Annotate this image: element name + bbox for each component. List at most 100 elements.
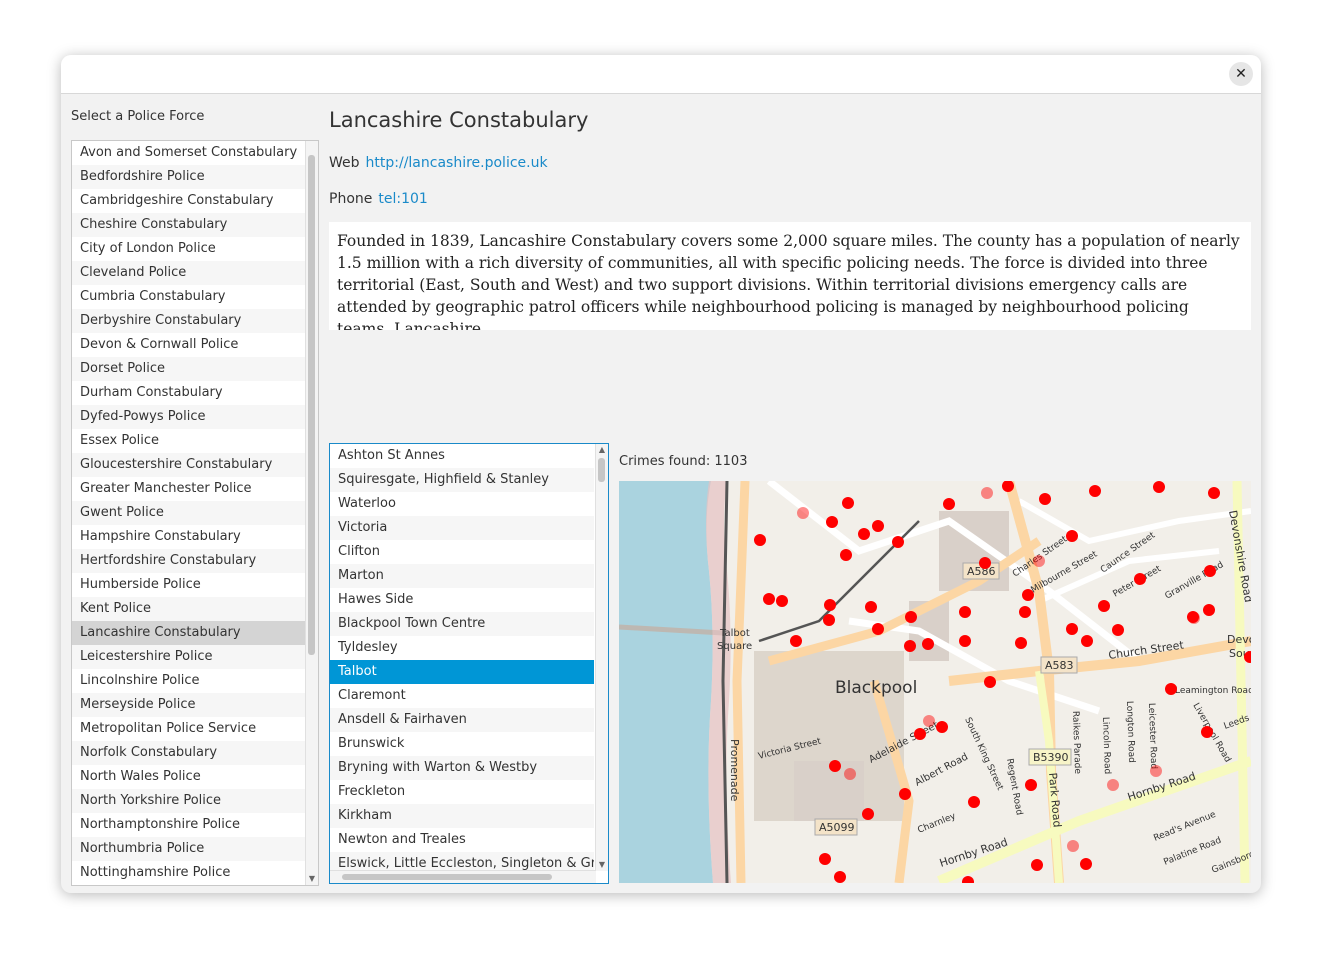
force-list-item[interactable]: Dyfed-Powys Police bbox=[72, 405, 318, 429]
crime-marker[interactable] bbox=[1067, 840, 1079, 852]
force-list-item[interactable]: North Wales Police bbox=[72, 765, 318, 789]
neighbourhood-list-item[interactable]: Squiresgate, Highfield & Stanley bbox=[330, 468, 594, 492]
force-list-item[interactable]: Durham Constabulary bbox=[72, 381, 318, 405]
crime-marker[interactable] bbox=[862, 808, 874, 820]
neighbourhood-list-item[interactable]: Kirkham bbox=[330, 804, 594, 828]
neighbourhood-list-item[interactable]: Freckleton bbox=[330, 780, 594, 804]
force-list-item[interactable]: Avon and Somerset Constabulary bbox=[72, 141, 318, 165]
force-list-item[interactable]: Lincolnshire Police bbox=[72, 669, 318, 693]
force-list-item[interactable]: Gwent Police bbox=[72, 501, 318, 525]
force-list-item[interactable]: Dorset Police bbox=[72, 357, 318, 381]
force-list-scrollbar[interactable]: ▼ bbox=[305, 141, 318, 885]
force-list-item[interactable]: Gloucestershire Constabulary bbox=[72, 453, 318, 477]
force-list-item[interactable]: Bedfordshire Police bbox=[72, 165, 318, 189]
crime-marker[interactable] bbox=[959, 635, 971, 647]
crime-marker[interactable] bbox=[776, 595, 788, 607]
crime-marker[interactable] bbox=[1107, 779, 1119, 791]
neighbourhood-scrollbar[interactable]: ▲ ▼ bbox=[595, 444, 608, 871]
crime-marker[interactable] bbox=[959, 606, 971, 618]
force-list-item[interactable]: Lancashire Constabulary bbox=[72, 621, 318, 645]
force-list-item[interactable]: Nottinghamshire Police bbox=[72, 861, 318, 885]
neighbourhood-hscrollbar[interactable] bbox=[330, 870, 596, 883]
crime-marker[interactable] bbox=[1033, 555, 1045, 567]
force-list-item[interactable]: Metropolitan Police Service bbox=[72, 717, 318, 741]
force-list-item[interactable]: Hertfordshire Constabulary bbox=[72, 549, 318, 573]
neighbourhood-list-item[interactable]: Newton and Treales bbox=[330, 828, 594, 852]
scroll-down-icon[interactable]: ▼ bbox=[596, 859, 608, 871]
crime-marker[interactable] bbox=[905, 611, 917, 623]
crime-marker[interactable] bbox=[1025, 779, 1037, 791]
neighbourhood-list-item[interactable]: Marton bbox=[330, 564, 594, 588]
neighbourhood-list-item[interactable]: Clifton bbox=[330, 540, 594, 564]
crime-marker[interactable] bbox=[923, 715, 935, 727]
neighbourhood-list-item[interactable]: Hawes Side bbox=[330, 588, 594, 612]
crime-marker[interactable] bbox=[763, 593, 775, 605]
force-list-item[interactable]: North Yorkshire Police bbox=[72, 789, 318, 813]
police-force-list[interactable]: Avon and Somerset Constabulary Bedfordshi… bbox=[71, 140, 319, 886]
phone-link[interactable]: tel:101 bbox=[378, 191, 427, 207]
crime-marker[interactable] bbox=[872, 623, 884, 635]
crime-marker[interactable] bbox=[981, 487, 993, 499]
crime-marker[interactable] bbox=[892, 536, 904, 548]
crime-marker[interactable] bbox=[1204, 565, 1216, 577]
neighbourhood-list-item[interactable]: Talbot bbox=[330, 660, 594, 684]
neighbourhood-list-item[interactable]: Bryning with Warton & Westby bbox=[330, 756, 594, 780]
force-list-item[interactable]: Leicestershire Police bbox=[72, 645, 318, 669]
crime-marker[interactable] bbox=[826, 516, 838, 528]
crime-marker[interactable] bbox=[823, 614, 835, 626]
crime-marker[interactable] bbox=[858, 528, 870, 540]
crime-marker[interactable] bbox=[904, 640, 916, 652]
force-list-item[interactable]: City of London Police bbox=[72, 237, 318, 261]
force-list-item[interactable]: Northamptonshire Police bbox=[72, 813, 318, 837]
crime-marker[interactable] bbox=[1188, 612, 1200, 624]
crime-marker[interactable] bbox=[979, 557, 991, 569]
force-list-item[interactable]: Kent Police bbox=[72, 597, 318, 621]
force-list-item[interactable]: Cambridgeshire Constabulary bbox=[72, 189, 318, 213]
scrollbar-thumb[interactable] bbox=[598, 458, 605, 482]
force-list-item[interactable]: Cumbria Constabulary bbox=[72, 285, 318, 309]
crime-map[interactable]: Blackpool Talbot Square A586 A583 A5099 … bbox=[619, 481, 1251, 883]
crime-marker[interactable] bbox=[1031, 859, 1043, 871]
crime-marker[interactable] bbox=[1201, 726, 1213, 738]
crime-marker[interactable] bbox=[914, 728, 926, 740]
crime-marker[interactable] bbox=[840, 549, 852, 561]
crime-marker[interactable] bbox=[872, 520, 884, 532]
crime-marker[interactable] bbox=[1066, 623, 1078, 635]
crime-marker[interactable] bbox=[1022, 589, 1034, 601]
crime-marker[interactable] bbox=[1019, 606, 1031, 618]
crime-marker[interactable] bbox=[790, 635, 802, 647]
force-list-item[interactable]: Devon & Cornwall Police bbox=[72, 333, 318, 357]
crime-marker[interactable] bbox=[899, 788, 911, 800]
neighbourhood-list-item[interactable]: Victoria bbox=[330, 516, 594, 540]
crime-marker[interactable] bbox=[1015, 637, 1027, 649]
crime-marker[interactable] bbox=[865, 601, 877, 613]
crime-marker[interactable] bbox=[1203, 604, 1215, 616]
crime-marker[interactable] bbox=[1134, 573, 1146, 585]
crime-marker[interactable] bbox=[754, 534, 766, 546]
crime-marker[interactable] bbox=[936, 721, 948, 733]
force-list-item[interactable]: Northumbria Police bbox=[72, 837, 318, 861]
crime-marker[interactable] bbox=[844, 768, 856, 780]
crime-marker[interactable] bbox=[842, 497, 854, 509]
crime-marker[interactable] bbox=[984, 676, 996, 688]
crime-marker[interactable] bbox=[1153, 481, 1165, 493]
force-list-item[interactable]: Cheshire Constabulary bbox=[72, 213, 318, 237]
crime-marker[interactable] bbox=[1080, 858, 1092, 870]
neighbourhood-list-item[interactable]: Waterloo bbox=[330, 492, 594, 516]
crime-marker[interactable] bbox=[824, 599, 836, 611]
force-list-item[interactable]: Humberside Police bbox=[72, 573, 318, 597]
close-icon[interactable]: ✕ bbox=[1229, 62, 1253, 86]
neighbourhood-list-item[interactable]: Claremont bbox=[330, 684, 594, 708]
neighbourhood-list-item[interactable]: Ashton St Annes bbox=[330, 444, 594, 468]
crime-marker[interactable] bbox=[1208, 487, 1220, 499]
crime-marker[interactable] bbox=[1150, 765, 1162, 777]
hscroll-thumb[interactable] bbox=[342, 874, 552, 880]
crime-marker[interactable] bbox=[943, 498, 955, 510]
scroll-down-icon[interactable]: ▼ bbox=[306, 873, 318, 885]
crime-marker[interactable] bbox=[834, 871, 846, 883]
force-list-item[interactable]: Merseyside Police bbox=[72, 693, 318, 717]
web-link[interactable]: http://lancashire.police.uk bbox=[366, 155, 548, 171]
neighbourhood-list-item[interactable]: Blackpool Town Centre bbox=[330, 612, 594, 636]
crime-marker[interactable] bbox=[968, 796, 980, 808]
neighbourhood-list-item[interactable]: Tyldesley bbox=[330, 636, 594, 660]
